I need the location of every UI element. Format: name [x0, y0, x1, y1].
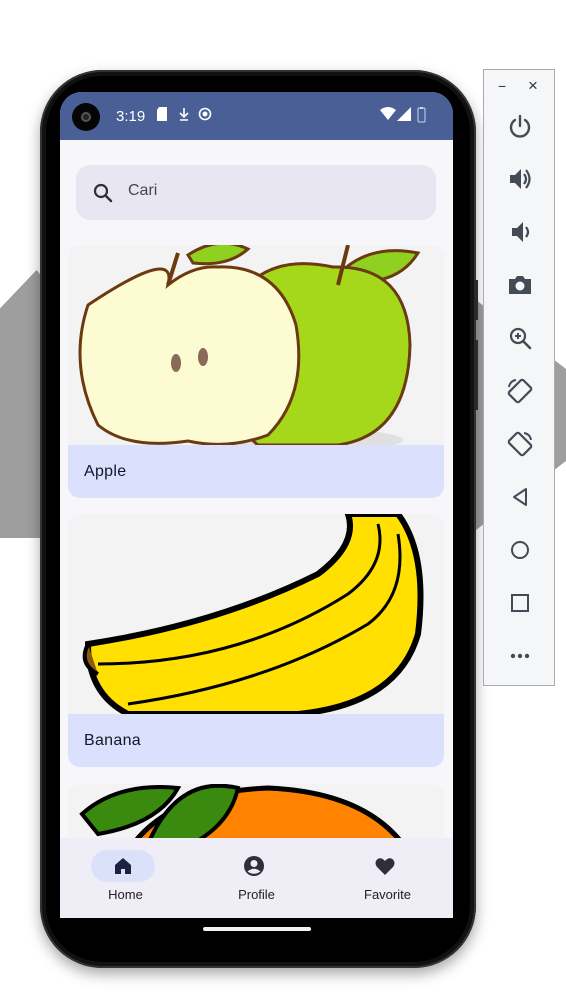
search-icon — [92, 182, 114, 204]
banana-image — [68, 514, 444, 714]
sd-card-icon — [156, 107, 168, 126]
search-placeholder: Cari — [128, 182, 158, 199]
wifi-icon — [380, 107, 396, 126]
fruit-name: Apple — [84, 463, 127, 480]
apple-image — [68, 245, 444, 445]
emulator-toolbar: − × — [483, 69, 555, 686]
battery-icon — [416, 107, 426, 128]
nav-favorite[interactable]: Favorite — [322, 838, 453, 918]
search-bar[interactable]: Cari — [76, 165, 436, 220]
more-icon[interactable] — [506, 642, 534, 670]
fruit-card-label: Banana — [68, 714, 444, 767]
zoom-icon[interactable] — [506, 324, 534, 352]
nav-home-label: Home — [108, 887, 143, 902]
status-bar: 3:19 — [60, 92, 453, 140]
status-time: 3:19 — [116, 108, 146, 125]
volume-down-icon[interactable] — [506, 218, 534, 246]
rotate-right-icon[interactable] — [506, 430, 534, 458]
bottom-navigation: Home Profile Favorite — [60, 838, 453, 918]
power-icon[interactable] — [506, 112, 534, 140]
phone-side-button-top — [474, 280, 478, 320]
nav-profile[interactable]: Profile — [191, 838, 322, 918]
gesture-home-bar[interactable] — [203, 927, 311, 931]
fruit-card-label: Apple — [68, 445, 444, 498]
signal-icon — [397, 107, 411, 126]
minimize-button[interactable]: − — [498, 78, 506, 94]
home-circle-icon[interactable] — [506, 536, 534, 564]
home-icon — [112, 855, 134, 877]
download-icon — [178, 107, 190, 126]
overview-icon[interactable] — [506, 589, 534, 617]
sync-icon — [198, 107, 212, 126]
fruit-card-apple[interactable]: Apple — [68, 245, 444, 498]
nav-favorite-label: Favorite — [364, 887, 411, 902]
fruit-name: Banana — [84, 732, 141, 749]
volume-up-icon[interactable] — [506, 165, 534, 193]
rotate-left-icon[interactable] — [506, 377, 534, 405]
close-button[interactable]: × — [528, 76, 538, 96]
camera-icon[interactable] — [506, 271, 534, 299]
back-icon[interactable] — [506, 483, 534, 511]
front-camera — [72, 103, 100, 131]
fruit-card-banana[interactable]: Banana — [68, 514, 444, 767]
heart-icon — [374, 855, 396, 877]
nav-profile-label: Profile — [238, 887, 275, 902]
profile-icon — [243, 855, 265, 877]
app-screen: 3:19 Cari Apple Banana Home Profile Favo… — [60, 92, 453, 918]
nav-home[interactable]: Home — [60, 838, 191, 918]
phone-side-button-bottom — [474, 340, 478, 410]
